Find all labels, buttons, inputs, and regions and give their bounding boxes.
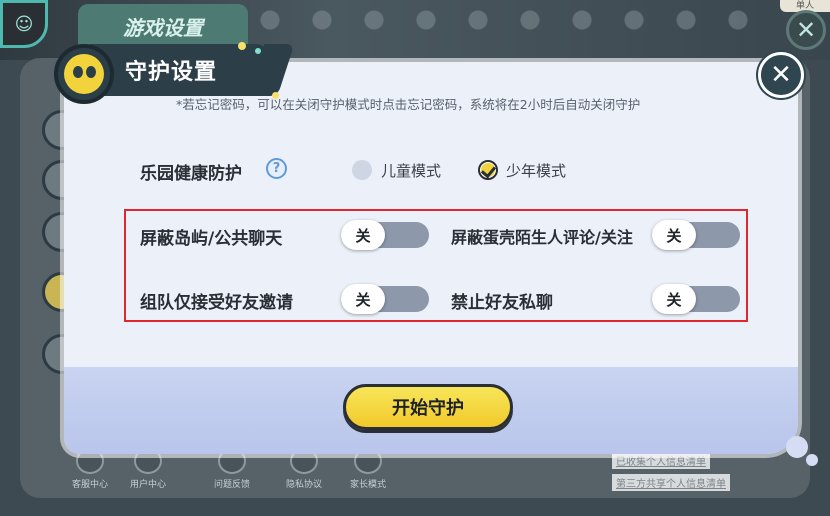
toggle-label: 屏蔽蛋壳陌生人评论/关注 bbox=[451, 228, 633, 247]
toggle-knob: 关 bbox=[652, 220, 696, 250]
teen-mode-radio[interactable] bbox=[478, 160, 498, 180]
background-logo-icon: ☺ bbox=[0, 0, 48, 48]
help-icon[interactable]: ? bbox=[266, 158, 287, 179]
toggle-knob: 关 bbox=[341, 220, 385, 250]
nav-privacy[interactable]: 隐私协议 bbox=[274, 448, 334, 490]
nav-label: 问题反馈 bbox=[213, 480, 250, 490]
block-stranger-comments-toggle[interactable]: 关 bbox=[652, 220, 740, 250]
teen-mode-label[interactable]: 少年模式 bbox=[506, 160, 566, 181]
check-icon bbox=[480, 162, 497, 179]
background-decor bbox=[250, 0, 770, 40]
child-mode-radio[interactable] bbox=[352, 160, 372, 180]
toggle-label: 屏蔽岛屿/公共聊天 bbox=[140, 229, 283, 249]
toggle-label: 禁止好友私聊 bbox=[451, 293, 553, 313]
nav-label: 隐私协议 bbox=[285, 480, 322, 490]
nav-parent-mode[interactable]: 家长模式 bbox=[338, 448, 398, 490]
dialog-decor bbox=[786, 436, 808, 458]
dialog-title: 守护设置 bbox=[125, 60, 218, 85]
sparkle-icon bbox=[238, 42, 246, 50]
health-protection-label: 乐园健康防护 bbox=[140, 164, 242, 184]
start-guard-button[interactable]: 开始守护 bbox=[343, 384, 513, 430]
nav-user-center[interactable]: 用户中心 bbox=[118, 448, 178, 490]
background-close-icon[interactable]: ✕ bbox=[786, 10, 826, 50]
toggle-knob: 关 bbox=[652, 284, 696, 314]
background-bottom-nav: 客服中心 用户中心 问题反馈 隐私协议 家长模式 bbox=[60, 448, 420, 496]
nav-customer-service[interactable]: 客服中心 bbox=[60, 448, 120, 490]
disable-private-chat-toggle[interactable]: 关 bbox=[652, 284, 740, 314]
nav-label: 用户中心 bbox=[129, 480, 166, 490]
child-mode-label[interactable]: 儿童模式 bbox=[381, 160, 441, 181]
mascot-icon bbox=[54, 44, 114, 104]
dialog-decor bbox=[806, 454, 818, 466]
collected-info-link[interactable]: 已收集个人信息清单 bbox=[612, 452, 710, 469]
sparkle-icon bbox=[255, 48, 261, 54]
block-island-chat-toggle[interactable]: 关 bbox=[341, 220, 429, 250]
toggle-knob: 关 bbox=[341, 284, 385, 314]
password-notice: *若忘记密码，可以在关闭守护模式时点击忘记密码，系统将在2小时后自动关闭守护 bbox=[176, 97, 641, 112]
team-friends-only-toggle[interactable]: 关 bbox=[341, 284, 429, 314]
third-party-info-link[interactable]: 第三方共享个人信息清单 bbox=[612, 474, 730, 491]
nav-label: 客服中心 bbox=[71, 480, 108, 490]
nav-feedback[interactable]: 问题反馈 bbox=[202, 448, 262, 490]
close-dialog-button[interactable]: ✕ bbox=[758, 52, 804, 98]
nav-label: 家长模式 bbox=[349, 480, 386, 490]
toggle-label: 组队仅接受好友邀请 bbox=[140, 293, 293, 313]
background-title: 游戏设置 bbox=[78, 4, 248, 48]
